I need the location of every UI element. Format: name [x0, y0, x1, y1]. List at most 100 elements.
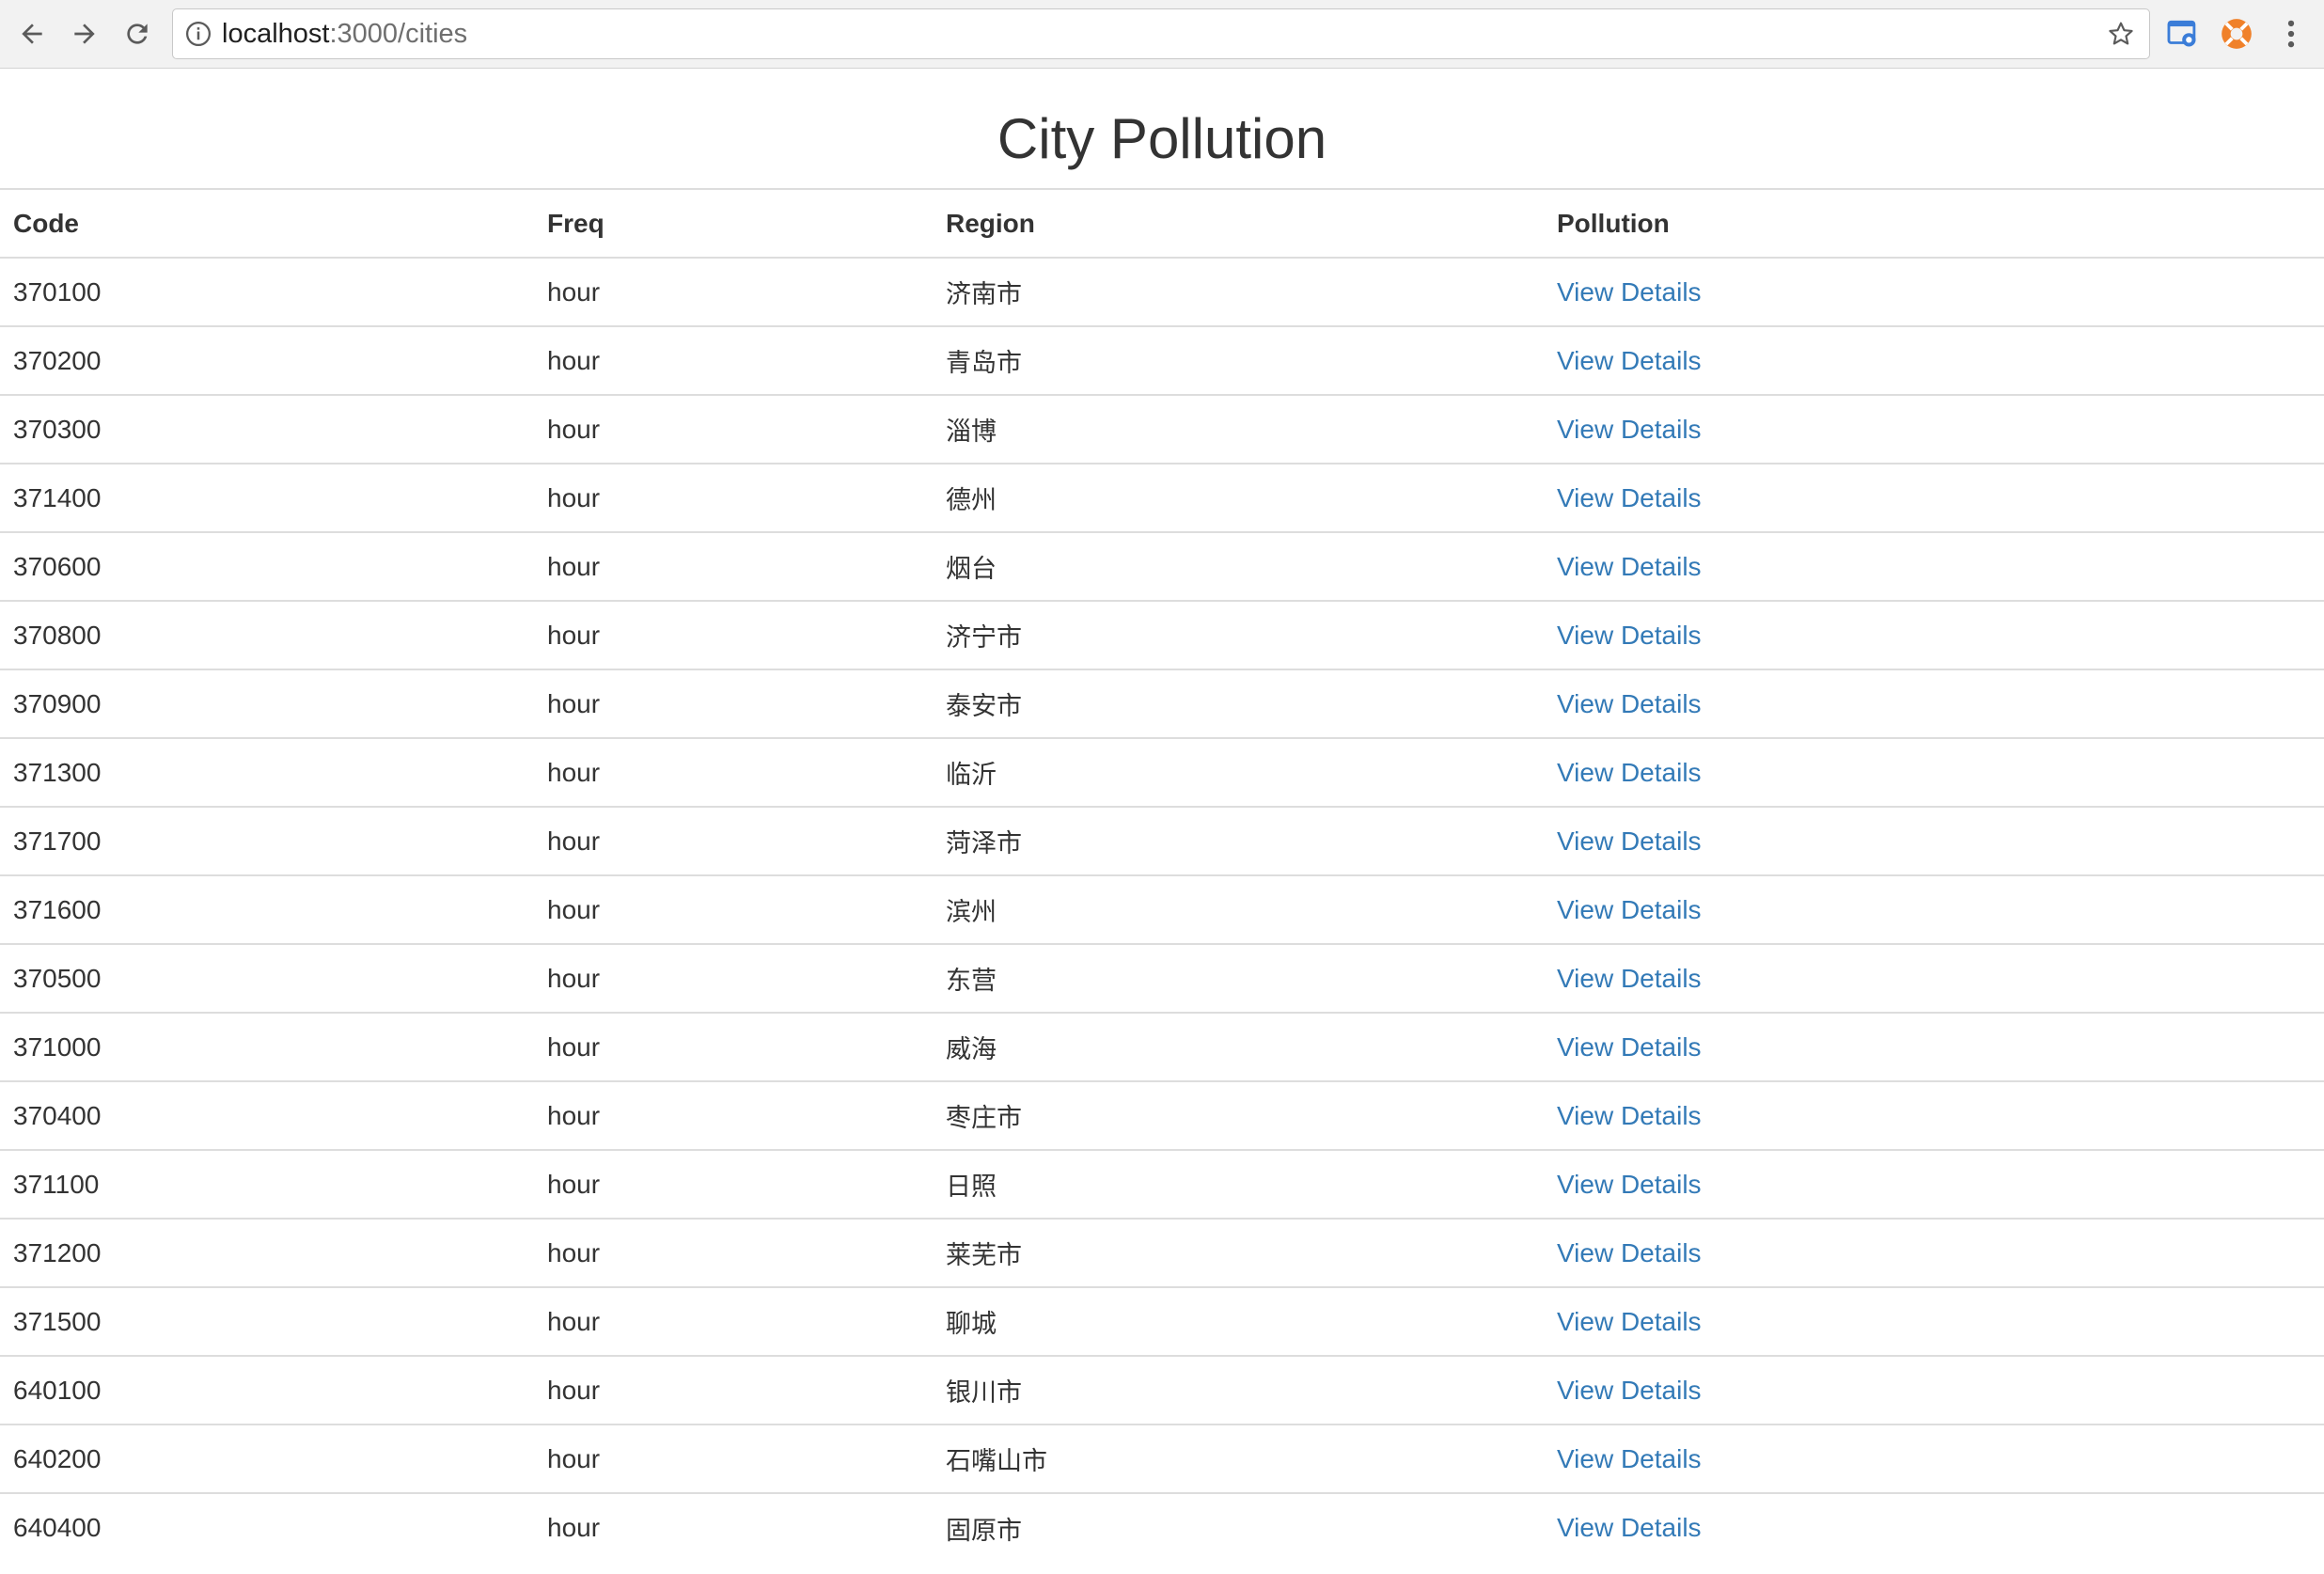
freq-cell: hour — [534, 1492, 933, 1562]
view-details-link[interactable]: View Details — [1557, 1238, 1702, 1267]
view-details-link[interactable]: View Details — [1557, 621, 1702, 650]
code-cell: 371500 — [0, 1286, 534, 1356]
code-cell: 371200 — [0, 1218, 534, 1287]
code-cell: 370900 — [0, 669, 534, 738]
pollution-cell: View Details — [1544, 806, 2324, 875]
view-details-link[interactable]: View Details — [1557, 346, 1702, 375]
url-path: :3000/cities — [329, 19, 468, 49]
table-row: 371500 hour 聊城 View Details — [0, 1286, 2324, 1356]
code-cell: 371100 — [0, 1149, 534, 1219]
browser-toolbar: localhost:3000/cities — [0, 0, 2324, 69]
arrow-right-icon — [74, 24, 95, 44]
region-cell: 泰安市 — [933, 669, 1544, 738]
page-title: City Pollution — [997, 107, 1327, 170]
table-row: 370100 hour 济南市 View Details — [0, 257, 2324, 326]
region-cell: 淄博 — [933, 394, 1544, 464]
pollution-cell: View Details — [1544, 1080, 2324, 1150]
table-row: 640100 hour 银川市 View Details — [0, 1355, 2324, 1424]
freq-cell: hour — [534, 669, 933, 738]
pollution-cell: View Details — [1544, 1149, 2324, 1219]
code-cell: 370300 — [0, 394, 534, 464]
view-details-link[interactable]: View Details — [1557, 1307, 1702, 1336]
table-header-row: Code Freq Region Pollution — [0, 188, 2324, 259]
table-row: 370800 hour 济宁市 View Details — [0, 600, 2324, 669]
view-details-link[interactable]: View Details — [1557, 689, 1702, 718]
pollution-cell: View Details — [1544, 1218, 2324, 1287]
column-header-code: Code — [0, 188, 534, 259]
freq-cell: hour — [534, 463, 933, 532]
column-header-freq: Freq — [534, 188, 933, 259]
freq-cell: hour — [534, 1012, 933, 1081]
region-cell: 石嘴山市 — [933, 1424, 1544, 1493]
table-row: 371700 hour 菏泽市 View Details — [0, 806, 2324, 875]
freq-cell: hour — [534, 943, 933, 1013]
pollution-cell: View Details — [1544, 1286, 2324, 1356]
pollution-cell: View Details — [1544, 394, 2324, 464]
pollution-cell: View Details — [1544, 600, 2324, 669]
view-details-link[interactable]: View Details — [1557, 1376, 1702, 1405]
code-cell: 640100 — [0, 1355, 534, 1424]
view-details-link[interactable]: View Details — [1557, 758, 1702, 787]
pollution-cell: View Details — [1544, 1492, 2324, 1562]
address-bar[interactable]: localhost:3000/cities — [172, 8, 2150, 59]
freq-cell: hour — [534, 1286, 933, 1356]
pollution-cell: View Details — [1544, 325, 2324, 395]
view-details-link[interactable]: View Details — [1557, 964, 1702, 993]
code-cell: 371000 — [0, 1012, 534, 1081]
view-details-link[interactable]: View Details — [1557, 1170, 1702, 1199]
region-cell: 银川市 — [933, 1355, 1544, 1424]
region-cell: 聊城 — [933, 1286, 1544, 1356]
code-cell: 370600 — [0, 531, 534, 601]
bookmark-star-icon[interactable] — [2106, 19, 2136, 49]
freq-cell: hour — [534, 1424, 933, 1493]
region-cell: 临沂 — [933, 737, 1544, 807]
url-host: localhost — [222, 19, 330, 49]
view-details-link[interactable]: View Details — [1557, 1444, 1702, 1473]
pollution-cell: View Details — [1544, 1012, 2324, 1081]
view-details-link[interactable]: View Details — [1557, 552, 1702, 581]
region-cell: 济南市 — [933, 257, 1544, 326]
view-details-link[interactable]: View Details — [1557, 483, 1702, 512]
menu-kebab-icon[interactable] — [2273, 16, 2309, 52]
code-cell: 640400 — [0, 1492, 534, 1562]
view-details-link[interactable]: View Details — [1557, 826, 1702, 856]
table-row: 640400 hour 固原市 View Details — [0, 1492, 2324, 1562]
freq-cell: hour — [534, 1080, 933, 1150]
arrow-left-icon — [22, 24, 42, 44]
view-details-link[interactable]: View Details — [1557, 1101, 1702, 1130]
region-cell: 固原市 — [933, 1492, 1544, 1562]
view-details-link[interactable]: View Details — [1557, 1513, 1702, 1542]
region-cell: 青岛市 — [933, 325, 1544, 395]
info-icon[interactable] — [184, 20, 212, 48]
lifebuoy-extension-icon[interactable] — [2219, 16, 2254, 52]
table-row: 371000 hour 威海 View Details — [0, 1012, 2324, 1081]
code-cell: 371300 — [0, 737, 534, 807]
table-row: 371600 hour 滨州 View Details — [0, 874, 2324, 944]
pollution-cell: View Details — [1544, 669, 2324, 738]
table-row: 371400 hour 德州 View Details — [0, 463, 2324, 532]
freq-cell: hour — [534, 1218, 933, 1287]
reload-button[interactable] — [118, 13, 156, 55]
region-cell: 德州 — [933, 463, 1544, 532]
view-details-link[interactable]: View Details — [1557, 277, 1702, 307]
freq-cell: hour — [534, 325, 933, 395]
table-row: 371200 hour 莱芜市 View Details — [0, 1218, 2324, 1287]
code-cell: 370800 — [0, 600, 534, 669]
view-details-link[interactable]: View Details — [1557, 1032, 1702, 1062]
region-cell: 威海 — [933, 1012, 1544, 1081]
pollution-cell: View Details — [1544, 1355, 2324, 1424]
code-cell: 640200 — [0, 1424, 534, 1493]
view-details-link[interactable]: View Details — [1557, 895, 1702, 924]
freq-cell: hour — [534, 874, 933, 944]
pollution-cell: View Details — [1544, 531, 2324, 601]
pollution-cell: View Details — [1544, 874, 2324, 944]
table-header: Code Freq Region Pollution — [0, 188, 2324, 259]
view-details-link[interactable]: View Details — [1557, 415, 1702, 444]
code-cell: 371700 — [0, 806, 534, 875]
back-button[interactable] — [13, 13, 51, 55]
screenshot-extension-icon[interactable] — [2165, 16, 2201, 52]
url-text[interactable]: localhost:3000/cities — [222, 9, 467, 58]
region-cell: 烟台 — [933, 531, 1544, 601]
forward-button[interactable] — [66, 13, 103, 55]
code-cell: 371400 — [0, 463, 534, 532]
